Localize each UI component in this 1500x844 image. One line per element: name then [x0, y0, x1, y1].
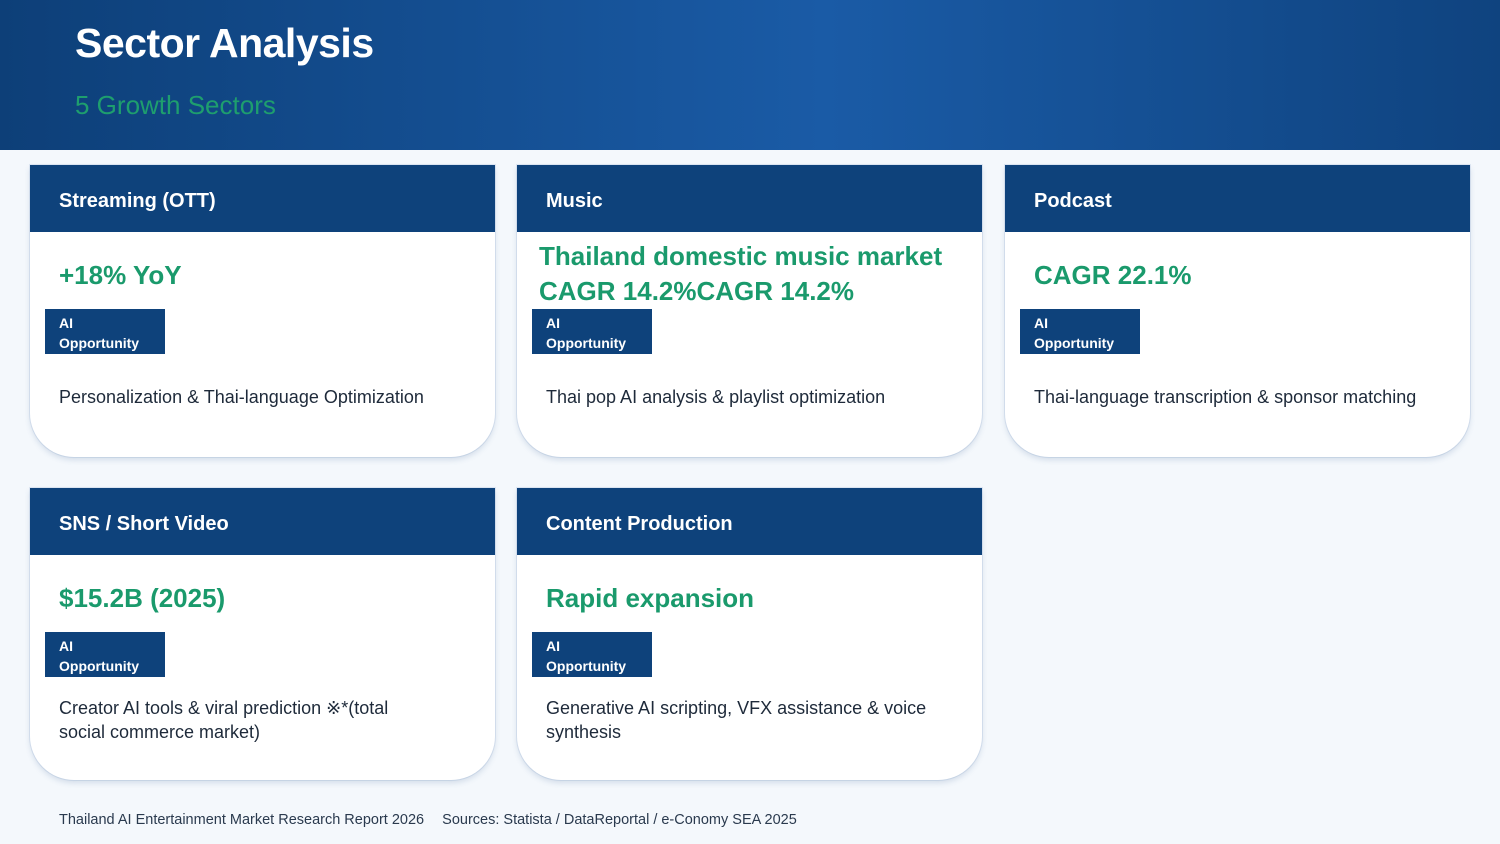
card-description: Thai pop AI analysis & playlist optimiza… — [546, 387, 886, 407]
sector-card-podcast: Podcast CAGR 22.1% AI Opportunity Thai-la… — [1005, 165, 1470, 457]
card-description: Creator AI tools & viral prediction ※*(t… — [59, 698, 389, 742]
card-title: Content Production — [546, 513, 733, 535]
card-metric: CAGR 22.1% — [1034, 260, 1192, 290]
card-description: Generative AI scripting, VFX assistance … — [546, 698, 927, 742]
page-header: Sector Analysis 5 Growth Sectors — [0, 0, 1500, 150]
card-metric: Rapid expansion — [546, 583, 755, 613]
ai-opportunity-badge: AI Opportunity — [1020, 309, 1140, 354]
card-description: Thai-language transcription & sponsor ma… — [1034, 387, 1417, 407]
ai-opportunity-badge: AI Opportunity — [532, 632, 652, 677]
sector-card-music: Music Thailand domestic music market CAG… — [517, 165, 982, 457]
sector-card-sns: SNS / Short Video $15.2B (2025) AI Opport… — [30, 488, 495, 780]
card-header: SNS / Short Video — [30, 488, 495, 555]
card-header: Content Production — [517, 488, 982, 555]
card-header: Music — [517, 165, 982, 232]
card-title: Podcast — [1034, 190, 1112, 212]
card-header: Podcast — [1005, 165, 1470, 232]
ai-opportunity-badge: AI Opportunity — [532, 309, 652, 354]
sector-card-content-production: Content Production Rapid expansion AI Opp… — [517, 488, 982, 780]
card-header: Streaming (OTT) — [30, 165, 495, 232]
sector-card-streaming: Streaming (OTT) +18% YoY AI Opportunity P… — [30, 165, 495, 457]
card-title: Music — [546, 190, 603, 212]
ai-opportunity-badge: AI Opportunity — [45, 632, 165, 677]
footer-sources: Sources: Statista / DataReportal / e-Con… — [442, 812, 797, 828]
page-title: Sector Analysis — [75, 20, 374, 66]
card-metric: +18% YoY — [59, 260, 182, 290]
card-metric: Thailand domestic music market CAGR 14.2… — [539, 241, 943, 306]
ai-opportunity-badge: AI Opportunity — [45, 309, 165, 354]
page-footer: Thailand AI Entertainment Market Researc… — [59, 812, 797, 828]
card-title: SNS / Short Video — [59, 513, 229, 535]
card-metric: $15.2B (2025) — [59, 583, 226, 613]
footer-report-name: Thailand AI Entertainment Market Researc… — [59, 812, 425, 828]
card-title: Streaming (OTT) — [59, 190, 216, 212]
page-subtitle: 5 Growth Sectors — [75, 90, 276, 120]
card-description: Personalization & Thai-language Optimiza… — [59, 387, 424, 407]
